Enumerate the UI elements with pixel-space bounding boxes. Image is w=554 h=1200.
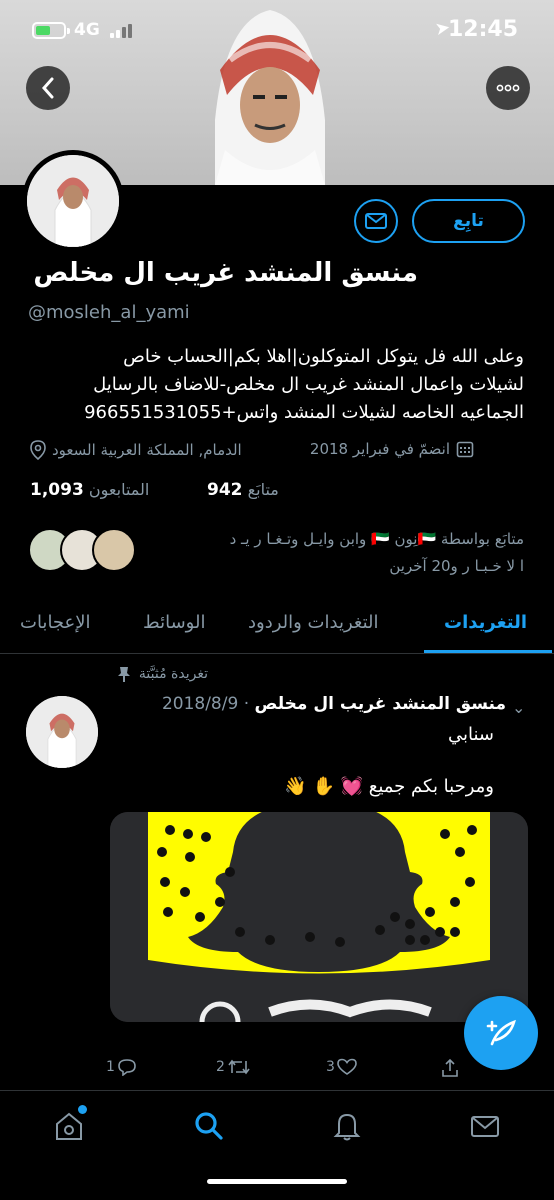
location-text: الدمام, المملكة العربية السعود: [52, 441, 242, 459]
tweet-header: منسق المنشد غريب ال مخلص · 2018/8/9: [110, 694, 506, 714]
bio-line: وعلى الله فل يتوكل المتوكلون|اهلا بكم|ال…: [123, 346, 524, 367]
share-icon: [442, 1058, 458, 1077]
tweet-date: · 2018/8/9: [161, 694, 250, 714]
tweet-menu-chevron-icon[interactable]: ⌄: [512, 698, 525, 717]
pinned-label: تغريدة مُثبَّتة: [117, 666, 208, 682]
share-button[interactable]: [440, 1058, 460, 1078]
followers-stat[interactable]: 1,093 المتابعون: [30, 480, 149, 500]
mutuals-line: ا لا خـبـا ر و20 آخرين: [389, 557, 524, 575]
following-stat[interactable]: 942 متابَع: [207, 480, 279, 500]
nav-messages[interactable]: [468, 1109, 502, 1143]
tab-tweets-replies[interactable]: التغريدات والردود: [248, 612, 379, 633]
calendar-icon: [456, 441, 474, 458]
follow-button[interactable]: تابِع: [412, 199, 525, 243]
avatar-photo: [26, 696, 98, 768]
reply-icon: [118, 1059, 136, 1076]
clock: 12:45: [447, 17, 518, 42]
tweet-author-name[interactable]: منسق المنشد غريب ال مخلص: [255, 694, 506, 714]
active-tab-indicator: [424, 650, 552, 653]
message-button[interactable]: [354, 199, 398, 243]
like-button[interactable]: 3: [326, 1058, 357, 1076]
like-count: 3: [326, 1059, 335, 1075]
profile-avatar[interactable]: [22, 150, 124, 252]
messages-icon: [471, 1116, 499, 1137]
back-button[interactable]: [26, 66, 70, 110]
tweet-actions: 1 2 3: [0, 1058, 554, 1086]
tab-likes[interactable]: الإعجابات: [20, 612, 91, 633]
retweet-button[interactable]: 2: [216, 1058, 251, 1076]
compose-tweet-button[interactable]: [464, 996, 538, 1070]
tab-tweets[interactable]: التغريدات: [444, 612, 527, 633]
signal-icon: [110, 22, 132, 38]
notifications-icon: [333, 1113, 361, 1141]
reply-button[interactable]: 1: [106, 1058, 137, 1076]
avatar-photo: [27, 155, 119, 247]
nav-home[interactable]: [52, 1105, 87, 1143]
search-icon: [195, 1112, 223, 1140]
pin-icon: [117, 667, 130, 682]
bio-line: الجماعيه الخاصه لشيلات المنشد واتس+96655…: [84, 402, 524, 423]
mutual-followers-avatars[interactable]: [28, 528, 136, 572]
reply-count: 1: [106, 1059, 115, 1075]
network-type: 4G: [74, 20, 100, 40]
snapcode-image: [110, 812, 528, 1022]
bio-line: لشيلات واعمال المنشد غريب ال مخلص-للاضاف…: [93, 374, 524, 395]
followers-count: 1,093: [30, 480, 84, 500]
mutual-followers-text[interactable]: متابَع بواسطة 🇦🇪نِون 🇦🇪 وابن وايـل وتـغـ…: [154, 526, 524, 580]
mail-icon: [365, 213, 387, 229]
nav-notifications[interactable]: [330, 1109, 364, 1143]
location: الدمام, المملكة العربية السعود: [30, 440, 242, 460]
bottom-navigation: [0, 1090, 554, 1200]
tweet-author-avatar[interactable]: [26, 696, 98, 768]
mutuals-line: متابَع بواسطة 🇦🇪نِون 🇦🇪 وابن وايـل وتـغـ…: [229, 530, 524, 548]
tweet-image[interactable]: [110, 812, 528, 1022]
profile-name: منسق المنشد غريب ال مخلص: [33, 258, 418, 288]
heart-icon: [337, 1058, 357, 1075]
home-icon: [56, 1112, 82, 1140]
new-content-dot: [78, 1105, 87, 1114]
retweet-count: 2: [216, 1059, 225, 1075]
following-count: 942: [207, 480, 243, 500]
followers-label: المتابعون: [88, 480, 150, 499]
compose-feather-icon: [486, 1019, 516, 1046]
more-button[interactable]: [486, 66, 530, 110]
tab-media[interactable]: الوسائط: [143, 612, 205, 633]
nav-search[interactable]: [192, 1109, 226, 1143]
tweet-text-line: ومرحبا بكم جميع 💓 ✋ 👋: [284, 776, 494, 797]
joined-date: انضمّ في فبراير 2018: [310, 440, 474, 458]
following-label: متابَع: [247, 480, 279, 499]
status-bar: 4G ➤ 12:45: [0, 0, 554, 62]
tweet-text-line: سنابي: [447, 724, 494, 745]
pinned-text: تغريدة مُثبَّتة: [138, 666, 208, 682]
profile-bio: وعلى الله فل يتوكل المتوكلون|اهلا بكم|ال…: [24, 343, 524, 427]
retweet-icon: [228, 1059, 250, 1075]
ellipsis-icon: [496, 84, 520, 92]
mutual-avatar: [92, 528, 136, 572]
battery-icon: [32, 22, 70, 39]
home-indicator: [207, 1179, 347, 1184]
location-pin-icon: [30, 440, 46, 460]
profile-tabs: التغريدات التغريدات والردود الوسائط الإع…: [0, 600, 554, 654]
chevron-left-icon: [41, 77, 54, 99]
joined-text: انضمّ في فبراير 2018: [309, 440, 450, 458]
profile-handle: @mosleh_al_yami: [28, 302, 190, 323]
